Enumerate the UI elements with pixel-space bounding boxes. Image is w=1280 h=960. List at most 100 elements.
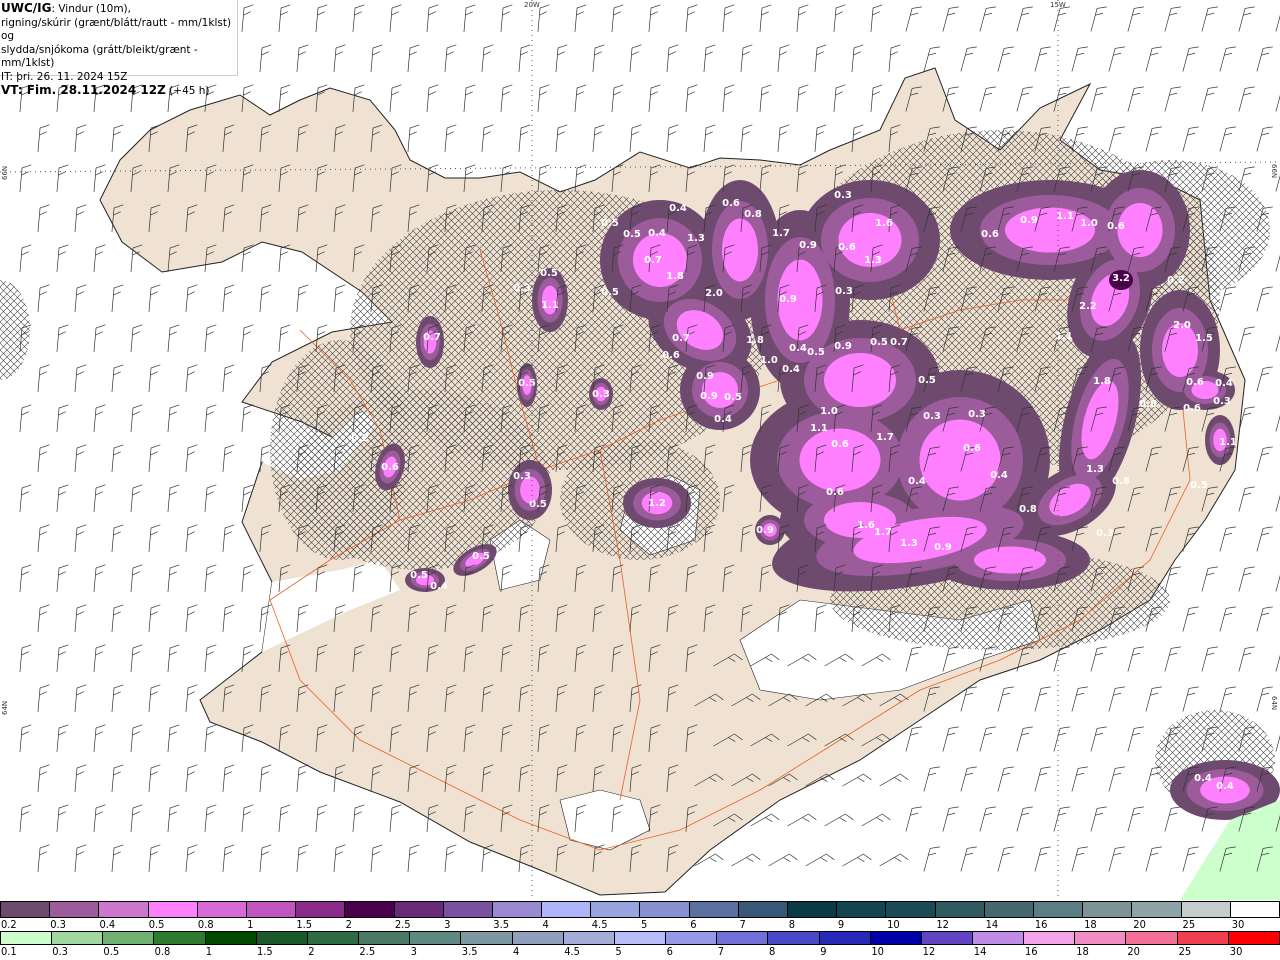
title-line1: : Vindur (10m), bbox=[51, 3, 131, 15]
colorbar-label: 6 bbox=[666, 945, 673, 958]
colorbar-label: 30 bbox=[1231, 918, 1245, 931]
precip-value-label: 0.5 bbox=[410, 570, 428, 581]
precip-value-label: 0.2 bbox=[1167, 275, 1185, 286]
precip-value-label: 0.7 bbox=[672, 333, 690, 344]
colorbar-swatch bbox=[99, 902, 149, 917]
colorbar-label: 12 bbox=[922, 945, 936, 958]
colorbar-rain bbox=[0, 931, 1280, 945]
colorbar-swatch bbox=[768, 932, 820, 944]
precip-value-label: 0.3 bbox=[834, 190, 852, 201]
colorbar-swatch bbox=[870, 932, 922, 944]
colorbar-label: 2 bbox=[345, 918, 352, 931]
colorbar-swatch bbox=[563, 932, 615, 944]
snow-area-0.5 bbox=[1005, 207, 1095, 253]
precip-value-label: 0.9 bbox=[696, 371, 714, 382]
colorbar-swatch bbox=[461, 932, 513, 944]
colorbar-label: 5 bbox=[615, 945, 622, 958]
colorbar-label: 20 bbox=[1127, 945, 1140, 958]
snow-area-0.5 bbox=[799, 428, 881, 492]
colorbar-swatch bbox=[1177, 932, 1229, 944]
precip-value-label: 0.4 bbox=[1194, 773, 1212, 784]
colorbar-swatch bbox=[689, 902, 739, 917]
colorbar-swatch bbox=[614, 932, 667, 944]
colorbar-label: 2 bbox=[308, 945, 315, 958]
model-name: UWC/IG bbox=[1, 1, 52, 15]
colorbar-label: 18 bbox=[1076, 945, 1089, 958]
precip-value-label: 1.5 bbox=[1195, 333, 1213, 344]
colorbar-swatch bbox=[512, 932, 564, 944]
colorbar-swatch bbox=[256, 932, 308, 944]
colorbar-label: 6 bbox=[690, 918, 697, 931]
precip-value-label: 0.5 bbox=[724, 392, 742, 403]
precip-value-label: 0.6 bbox=[1183, 403, 1201, 414]
colorbar-swatch bbox=[717, 932, 769, 944]
colorbar-swatch bbox=[788, 902, 838, 917]
colorbar-label: 9 bbox=[837, 918, 845, 931]
precip-value-label: 1.2 bbox=[648, 498, 666, 509]
precip-value-label: 0.3 bbox=[968, 409, 986, 420]
colorbar-swatch bbox=[205, 932, 257, 944]
colorbar-rain-labels: 0.1 0.3 0.5 0.8 1 1.5 2 2.5 3 3.5 4 4.5 5 6 7 8 9 10 12 14 1… bbox=[0, 945, 1280, 959]
precip-value-label: 0.4 bbox=[789, 343, 807, 354]
colorbar-swatch bbox=[197, 902, 247, 917]
precip-value-label: 3.2 bbox=[1112, 273, 1130, 284]
colorbar-label: 12 bbox=[936, 918, 949, 931]
colorbar-swatch bbox=[443, 902, 493, 917]
precip-value-label: 0.8 bbox=[1019, 504, 1037, 515]
precip-value-label: 1.3 bbox=[1086, 464, 1104, 475]
precip-value-label: 1.6 bbox=[875, 218, 893, 229]
precip-value-label: 1.8 bbox=[666, 271, 684, 282]
precip-value-label: 0.3 bbox=[513, 471, 531, 482]
colorbar-label: 8 bbox=[769, 945, 776, 958]
colorbar-label: 7 bbox=[739, 918, 746, 931]
precip-value-label: 0.3 bbox=[923, 411, 941, 422]
precip-value-label: 0.3 bbox=[835, 286, 853, 297]
colorbar-label: 16 bbox=[1034, 918, 1048, 931]
precip-value-label: 0.6 bbox=[826, 487, 844, 498]
lon-label-20w: 20W bbox=[524, 1, 540, 9]
colorbar-swatch bbox=[886, 902, 936, 917]
precip-value-label: 0.4 bbox=[1216, 781, 1234, 792]
precip-value-label: 2.0 bbox=[1173, 320, 1191, 331]
colorbar-label: 1.5 bbox=[296, 918, 313, 931]
colorbar-swatch bbox=[1230, 902, 1279, 917]
valid-time: VT: Fim. 28.11.2024 12Z bbox=[1, 83, 166, 97]
lead-time: (+45 h) bbox=[165, 85, 210, 97]
colorbar-swatch bbox=[1075, 932, 1127, 944]
precip-value-label: 1.7 bbox=[876, 432, 894, 443]
precip-value-label: 0.6 bbox=[1107, 221, 1125, 232]
precip-value-label: 0.7 bbox=[423, 332, 441, 343]
precip-value-label: 0.4 bbox=[430, 581, 448, 592]
colorbar-snow-labels: 0.2 0.3 0.4 0.5 0.8 1 1.5 2 2.5 3 3.5 4 4.5 5 6 7 8 9 10 12… bbox=[0, 918, 1280, 932]
colorbar-swatch bbox=[296, 902, 346, 917]
colorbar-label: 0.2 bbox=[1, 918, 17, 931]
issue-time: IT: þri. 26. 11. 2024 15Z bbox=[1, 70, 128, 83]
precip-value-label: 0.4 bbox=[714, 414, 732, 425]
lat-label-64n-right: 64N bbox=[1270, 696, 1278, 710]
colorbar-swatch bbox=[103, 932, 155, 944]
lat-label-64n-left: 64N bbox=[1, 701, 9, 715]
colorbar-label: 16 bbox=[1025, 945, 1038, 958]
snow-area-0.5 bbox=[1162, 323, 1198, 377]
precip-value-label: 0.8 bbox=[1112, 476, 1130, 487]
precip-value-label: 1.3 bbox=[864, 255, 882, 266]
precip-value-label: 0.6 bbox=[838, 242, 856, 253]
precip-value-label: 0.5 bbox=[807, 347, 825, 358]
precip-value-label: 1.8 bbox=[746, 335, 764, 346]
colorbar-swatch bbox=[394, 902, 444, 917]
precip-value-label: 0.9 bbox=[799, 240, 817, 251]
colorbar-swatch bbox=[984, 902, 1034, 917]
precip-value-label: 0.3 bbox=[592, 389, 610, 400]
precip-value-label: 0.5 bbox=[870, 337, 888, 348]
precip-value-label: 0.5 bbox=[1190, 480, 1208, 491]
colorbar-label: 30 bbox=[1229, 945, 1243, 958]
colorbar-swatch bbox=[935, 902, 985, 917]
precip-value-label: 0.5 bbox=[518, 378, 536, 389]
colorbar-label: 3.5 bbox=[493, 918, 510, 931]
precip-value-label: 0.5 bbox=[601, 287, 619, 298]
colorbar-label: 8 bbox=[788, 918, 795, 931]
colorbar-swatch bbox=[591, 902, 641, 917]
colorbar-label: 4 bbox=[542, 918, 549, 931]
colorbar-swatch bbox=[307, 932, 360, 944]
colorbar-swatch bbox=[1, 902, 51, 917]
